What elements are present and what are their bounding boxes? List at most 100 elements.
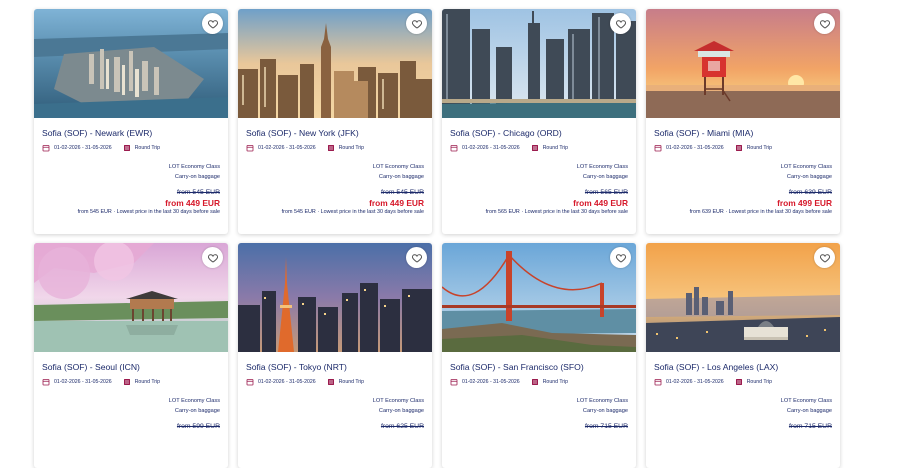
- baggage-info: Carry-on baggage: [174, 174, 220, 180]
- favorite-button[interactable]: [202, 247, 223, 268]
- round-trip-icon: [735, 145, 742, 151]
- baggage-info: Carry-on baggage: [378, 174, 424, 180]
- round-trip-icon: [123, 145, 130, 151]
- baggage-info: Carry-on baggage: [174, 408, 220, 414]
- route-title[interactable]: Sofia (SOF) - Los Angeles (LAX): [654, 362, 778, 372]
- round-trip-icon: [531, 145, 538, 151]
- offer-card-seoul[interactable]: Sofia (SOF) - Seoul (ICN) 01-02-2026 - 3…: [34, 243, 228, 468]
- calendar-icon: [450, 145, 458, 152]
- calendar-icon: [654, 379, 662, 386]
- offer-card-newark[interactable]: Sofia (SOF) - Newark (EWR) 01-02-2026 - …: [34, 9, 228, 234]
- date-range: 01-02-2026 - 31-05-2026: [258, 145, 316, 151]
- trip-type: Round Trip: [746, 379, 773, 385]
- offer-card-tokyo[interactable]: Sofia (SOF) - Tokyo (NRT) 01-02-2026 - 3…: [238, 243, 432, 468]
- trip-meta: 01-02-2026 - 31-05-2026 Round Trip: [42, 143, 160, 153]
- heart-icon: [615, 19, 626, 29]
- trip-meta: 01-02-2026 - 31-05-2026 Round Trip: [654, 377, 772, 387]
- round-trip-icon: [735, 379, 742, 385]
- cabin-class: LOT Economy Class: [780, 164, 832, 170]
- favorite-button[interactable]: [406, 247, 427, 268]
- favorite-button[interactable]: [610, 247, 631, 268]
- favorite-button[interactable]: [814, 247, 835, 268]
- heart-icon: [411, 19, 422, 29]
- offer-card-miami[interactable]: Sofia (SOF) - Miami (MIA) 01-02-2026 - 3…: [646, 9, 840, 234]
- destination-image: [442, 243, 636, 352]
- offer-card-san-francisco[interactable]: Sofia (SOF) - San Francisco (SFO) 01-02-…: [442, 243, 636, 468]
- route-title[interactable]: Sofia (SOF) - Miami (MIA): [654, 128, 753, 138]
- favorite-button[interactable]: [814, 13, 835, 34]
- cabin-class: LOT Economy Class: [780, 398, 832, 404]
- heart-icon: [411, 253, 422, 263]
- destination-image: [34, 243, 228, 352]
- lowest-price-note: from 545 EUR · Lowest price in the last …: [281, 209, 424, 215]
- trip-type: Round Trip: [338, 145, 365, 151]
- route-title[interactable]: Sofia (SOF) - Chicago (ORD): [450, 128, 562, 138]
- cabin-class: LOT Economy Class: [372, 164, 424, 170]
- heart-icon: [819, 19, 830, 29]
- trip-type: Round Trip: [134, 145, 161, 151]
- sale-price: from 449 EUR: [573, 198, 628, 208]
- offer-card-new-york[interactable]: Sofia (SOF) - New York (JFK) 01-02-2026 …: [238, 9, 432, 234]
- round-trip-icon: [123, 379, 130, 385]
- route-title[interactable]: Sofia (SOF) - Tokyo (NRT): [246, 362, 347, 372]
- cabin-class: LOT Economy Class: [576, 398, 628, 404]
- offer-card-los-angeles[interactable]: Sofia (SOF) - Los Angeles (LAX) 01-02-20…: [646, 243, 840, 468]
- baggage-info: Carry-on baggage: [378, 408, 424, 414]
- calendar-icon: [450, 379, 458, 386]
- favorite-button[interactable]: [406, 13, 427, 34]
- trip-type: Round Trip: [134, 379, 161, 385]
- calendar-icon: [42, 145, 50, 152]
- destination-image: [238, 243, 432, 352]
- cabin-class: LOT Economy Class: [372, 398, 424, 404]
- cabin-class: LOT Economy Class: [168, 164, 220, 170]
- trip-type: Round Trip: [542, 145, 569, 151]
- cabin-class: LOT Economy Class: [576, 164, 628, 170]
- heart-icon: [819, 253, 830, 263]
- cabin-class: LOT Economy Class: [168, 398, 220, 404]
- favorite-button[interactable]: [610, 13, 631, 34]
- lowest-price-note: from 545 EUR · Lowest price in the last …: [77, 209, 220, 215]
- baggage-info: Carry-on baggage: [786, 174, 832, 180]
- calendar-icon: [246, 379, 254, 386]
- baggage-info: Carry-on baggage: [582, 174, 628, 180]
- sale-price: from 449 EUR: [369, 198, 424, 208]
- destination-image: [442, 9, 636, 118]
- date-range: 01-02-2026 - 31-05-2026: [54, 379, 112, 385]
- route-title[interactable]: Sofia (SOF) - San Francisco (SFO): [450, 362, 584, 372]
- date-range: 01-02-2026 - 31-05-2026: [666, 379, 724, 385]
- calendar-icon: [246, 145, 254, 152]
- round-trip-icon: [327, 145, 334, 151]
- trip-meta: 01-02-2026 - 31-05-2026 Round Trip: [42, 377, 160, 387]
- route-title[interactable]: Sofia (SOF) - New York (JFK): [246, 128, 359, 138]
- lowest-price-note: from 565 EUR · Lowest price in the last …: [485, 209, 628, 215]
- original-price: from 639 EUR: [788, 189, 832, 196]
- sale-price: from 499 EUR: [777, 198, 832, 208]
- heart-icon: [207, 19, 218, 29]
- date-range: 01-02-2026 - 31-05-2026: [462, 145, 520, 151]
- route-title[interactable]: Sofia (SOF) - Seoul (ICN): [42, 362, 140, 372]
- round-trip-icon: [327, 379, 334, 385]
- destination-image: [238, 9, 432, 118]
- date-range: 01-02-2026 - 31-05-2026: [462, 379, 520, 385]
- trip-meta: 01-02-2026 - 31-05-2026 Round Trip: [246, 377, 364, 387]
- destination-image: [646, 9, 840, 118]
- lowest-price-note: from 639 EUR · Lowest price in the last …: [689, 209, 832, 215]
- trip-meta: 01-02-2026 - 31-05-2026 Round Trip: [450, 143, 568, 153]
- baggage-info: Carry-on baggage: [582, 408, 628, 414]
- trip-meta: 01-02-2026 - 31-05-2026 Round Trip: [246, 143, 364, 153]
- date-range: 01-02-2026 - 31-05-2026: [258, 379, 316, 385]
- trip-type: Round Trip: [338, 379, 365, 385]
- original-price: from 545 EUR: [176, 189, 220, 196]
- heart-icon: [615, 253, 626, 263]
- sale-price: from 449 EUR: [165, 198, 220, 208]
- original-price: from 599 EUR: [176, 423, 220, 430]
- date-range: 01-02-2026 - 31-05-2026: [54, 145, 112, 151]
- original-price: from 565 EUR: [584, 189, 628, 196]
- original-price: from 625 EUR: [380, 423, 424, 430]
- offer-card-chicago[interactable]: Sofia (SOF) - Chicago (ORD) 01-02-2026 -…: [442, 9, 636, 234]
- trip-type: Round Trip: [542, 379, 569, 385]
- destination-image: [646, 243, 840, 352]
- heart-icon: [207, 253, 218, 263]
- favorite-button[interactable]: [202, 13, 223, 34]
- route-title[interactable]: Sofia (SOF) - Newark (EWR): [42, 128, 152, 138]
